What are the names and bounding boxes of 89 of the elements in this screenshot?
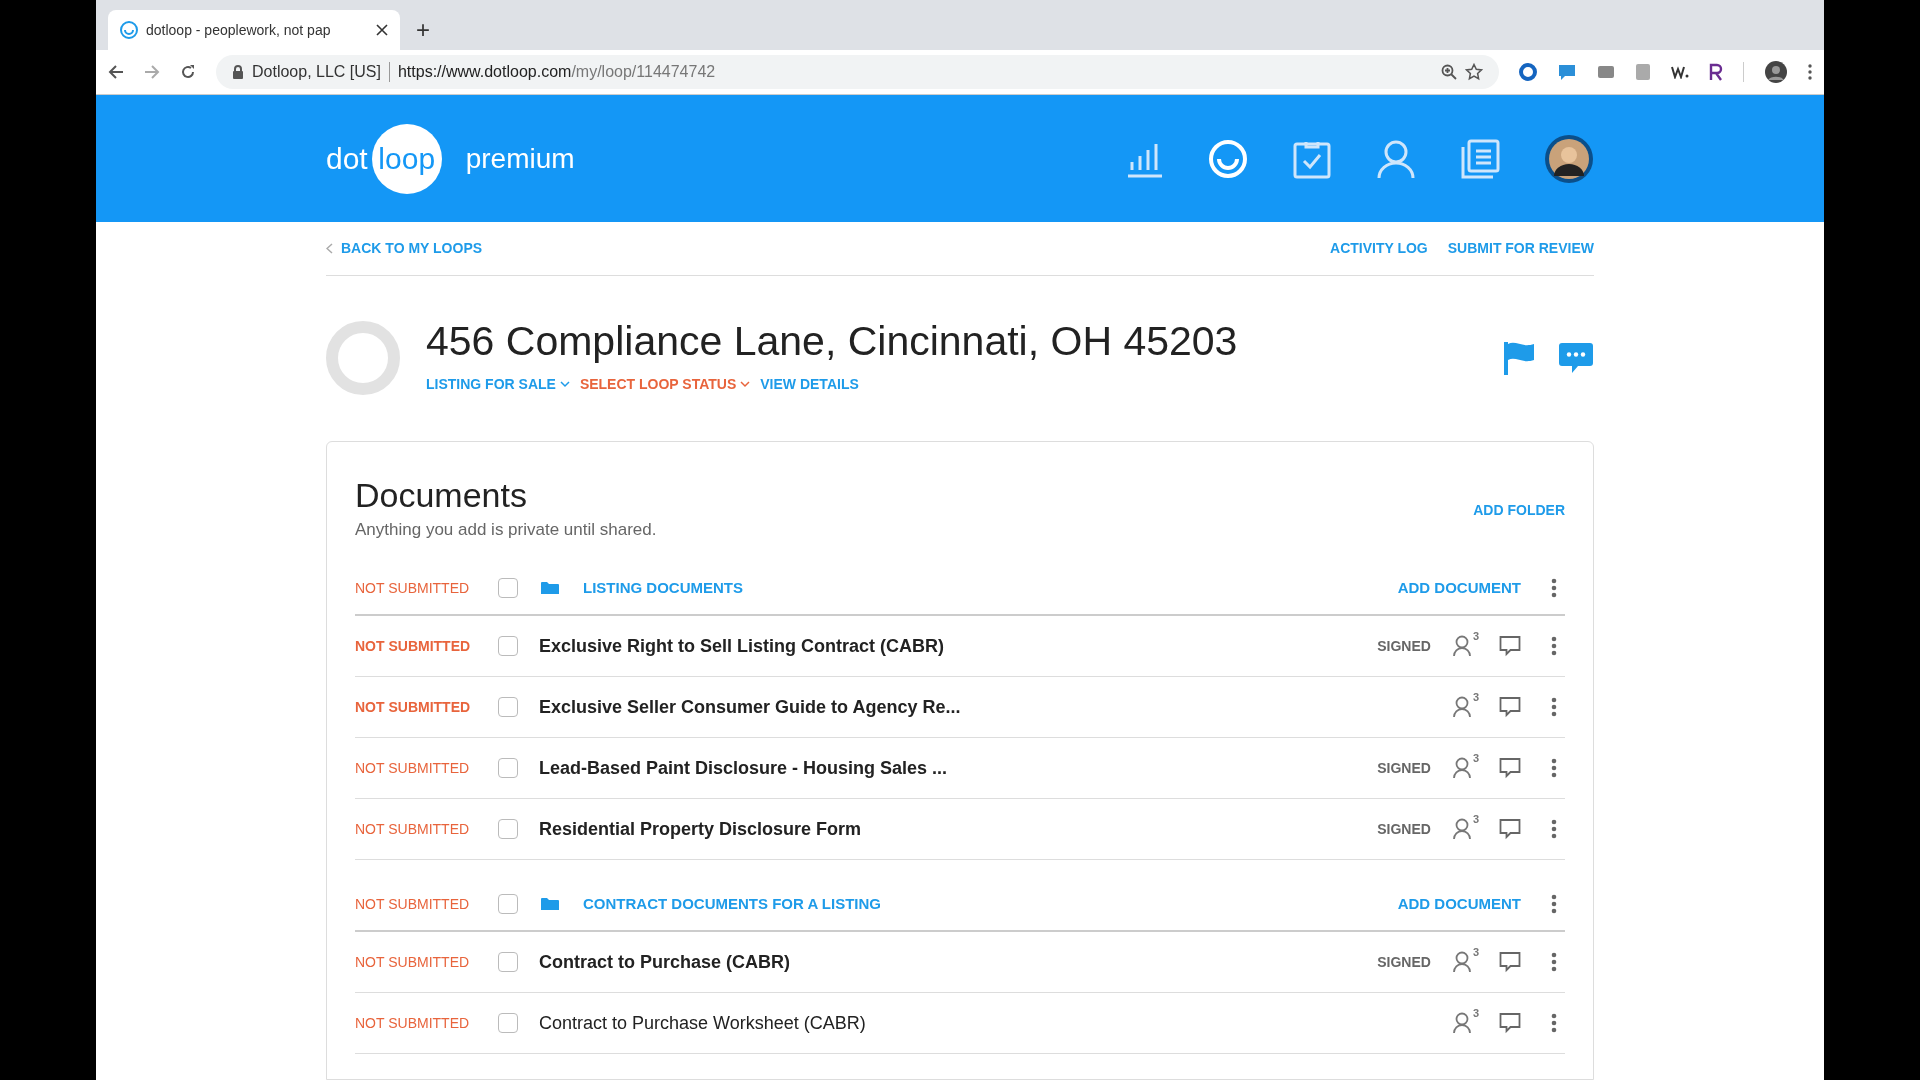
loop-link[interactable]: LISTING FOR SALE bbox=[426, 374, 556, 395]
back-link[interactable]: BACK TO MY LOOPS bbox=[341, 238, 483, 259]
comment-icon[interactable] bbox=[1499, 951, 1521, 973]
menu-icon[interactable] bbox=[1808, 64, 1812, 80]
chevron-left-icon bbox=[326, 243, 333, 254]
comment-icon[interactable] bbox=[1499, 757, 1521, 779]
document-name[interactable]: Residential Property Disclosure Form bbox=[539, 815, 862, 843]
signed-label: SIGNED bbox=[1377, 819, 1431, 839]
more-icon[interactable] bbox=[1551, 697, 1557, 717]
plan-label: premium bbox=[465, 141, 575, 176]
checkbox[interactable] bbox=[498, 578, 518, 598]
extension-icon[interactable] bbox=[1671, 65, 1689, 79]
more-icon[interactable] bbox=[1551, 894, 1557, 914]
document-name[interactable]: Exclusive Seller Consumer Guide to Agency Re... bbox=[539, 693, 961, 721]
star-icon[interactable] bbox=[1465, 63, 1483, 81]
back-icon[interactable] bbox=[108, 64, 124, 80]
folder-name[interactable]: LISTING DOCUMENTS bbox=[563, 576, 743, 600]
signed-label: SIGNED bbox=[1377, 952, 1431, 972]
zoom-icon[interactable] bbox=[1441, 64, 1457, 80]
document-name[interactable]: Contract to Purchase (CABR) bbox=[539, 948, 791, 976]
person-icon bbox=[1452, 757, 1473, 779]
person-icon bbox=[1452, 1012, 1473, 1034]
address-bar[interactable]: Dotloop, LLC [US] https://www.dotloop.com/my/loop/114474742 bbox=[216, 55, 1499, 89]
signed-label: SIGNED bbox=[1377, 636, 1431, 656]
person-icon bbox=[1452, 635, 1473, 657]
loop-link[interactable]: VIEW DETAILS bbox=[760, 374, 859, 395]
checkbox[interactable] bbox=[498, 697, 518, 717]
checkbox[interactable] bbox=[498, 1013, 518, 1033]
close-icon[interactable] bbox=[376, 24, 388, 36]
status-label: NOT SUBMITTED bbox=[355, 697, 472, 717]
user-avatar[interactable] bbox=[1544, 133, 1594, 184]
lock-icon bbox=[232, 65, 244, 79]
more-icon[interactable] bbox=[1551, 636, 1557, 656]
extension-icon[interactable] bbox=[1709, 63, 1723, 81]
status-label: NOT SUBMITTED bbox=[355, 894, 471, 914]
tab-title: dotloop - peoplework, not pap bbox=[146, 20, 332, 40]
smile-icon[interactable] bbox=[1208, 138, 1248, 179]
chevron-down-icon[interactable] bbox=[740, 381, 751, 388]
nav-link[interactable]: SUBMIT FOR REVIEW bbox=[1447, 238, 1594, 259]
status-label: NOT SUBMITTED bbox=[355, 758, 471, 778]
status-label: NOT SUBMITTED bbox=[355, 636, 472, 656]
nav-link[interactable]: ACTIVITY LOG bbox=[1330, 238, 1428, 259]
loop-link[interactable]: SELECT LOOP STATUS bbox=[579, 374, 737, 395]
comment-icon[interactable] bbox=[1499, 1012, 1521, 1034]
chat-icon[interactable] bbox=[1557, 63, 1577, 81]
status-label: NOT SUBMITTED bbox=[355, 952, 471, 972]
checkbox[interactable] bbox=[498, 819, 518, 839]
folder-icon bbox=[540, 581, 560, 595]
checkbox[interactable] bbox=[498, 636, 518, 656]
comment-icon[interactable] bbox=[1499, 635, 1521, 657]
loop-title: 456 Compliance Lane, Cincinnati, OH 45203 bbox=[426, 321, 1238, 362]
document-name[interactable]: Contract to Purchase Worksheet (CABR) bbox=[539, 1009, 866, 1037]
status-label: NOT SUBMITTED bbox=[355, 1013, 471, 1033]
section-subtitle: Anything you add is private until shared. bbox=[355, 518, 657, 541]
person-icon bbox=[1452, 696, 1473, 718]
chat-icon[interactable] bbox=[1558, 341, 1594, 375]
add-document-link[interactable]: ADD DOCUMENT bbox=[1397, 892, 1521, 916]
comment-icon[interactable] bbox=[1499, 818, 1521, 840]
more-icon[interactable] bbox=[1551, 578, 1557, 598]
status-label: NOT SUBMITTED bbox=[355, 819, 471, 839]
more-icon[interactable] bbox=[1551, 952, 1557, 972]
ring-icon[interactable] bbox=[1519, 63, 1537, 81]
flag-icon[interactable] bbox=[1504, 340, 1536, 376]
person-icon bbox=[1452, 818, 1473, 840]
add-folder-link[interactable]: ADD FOLDER bbox=[1473, 500, 1565, 521]
comment-icon[interactable] bbox=[1499, 696, 1521, 718]
folder-icon bbox=[540, 897, 560, 911]
checkbox[interactable] bbox=[498, 758, 518, 778]
reload-icon[interactable] bbox=[180, 64, 196, 80]
status-label: NOT SUBMITTED bbox=[355, 578, 471, 598]
site-identity: Dotloop, LLC [US] bbox=[252, 62, 381, 82]
signed-label: SIGNED bbox=[1377, 758, 1431, 778]
more-icon[interactable] bbox=[1551, 758, 1557, 778]
browser-tab[interactable]: dotloop - peoplework, not pap bbox=[108, 10, 400, 50]
more-icon[interactable] bbox=[1551, 1013, 1557, 1033]
person-icon bbox=[1452, 951, 1473, 973]
document-name[interactable]: Exclusive Right to Sell Listing Contract (CABR) bbox=[539, 632, 945, 660]
profile-avatar[interactable] bbox=[1764, 60, 1788, 84]
section-title: Documents bbox=[355, 475, 528, 516]
add-document-link[interactable]: ADD DOCUMENT bbox=[1397, 576, 1521, 600]
document-name[interactable]: Lead-Based Paint Disclosure - Housing Sales ... bbox=[539, 754, 948, 782]
smile-icon bbox=[120, 21, 138, 39]
new-tab-button[interactable]: + bbox=[416, 18, 430, 42]
folder-name[interactable]: CONTRACT DOCUMENTS FOR A LISTING bbox=[563, 892, 882, 916]
chevron-down-icon[interactable] bbox=[559, 381, 570, 388]
more-icon[interactable] bbox=[1551, 819, 1557, 839]
url-text: https://www.dotloop.com/my/loop/114474742 bbox=[397, 62, 716, 82]
checkbox[interactable] bbox=[498, 952, 518, 972]
checkbox[interactable] bbox=[498, 894, 518, 914]
